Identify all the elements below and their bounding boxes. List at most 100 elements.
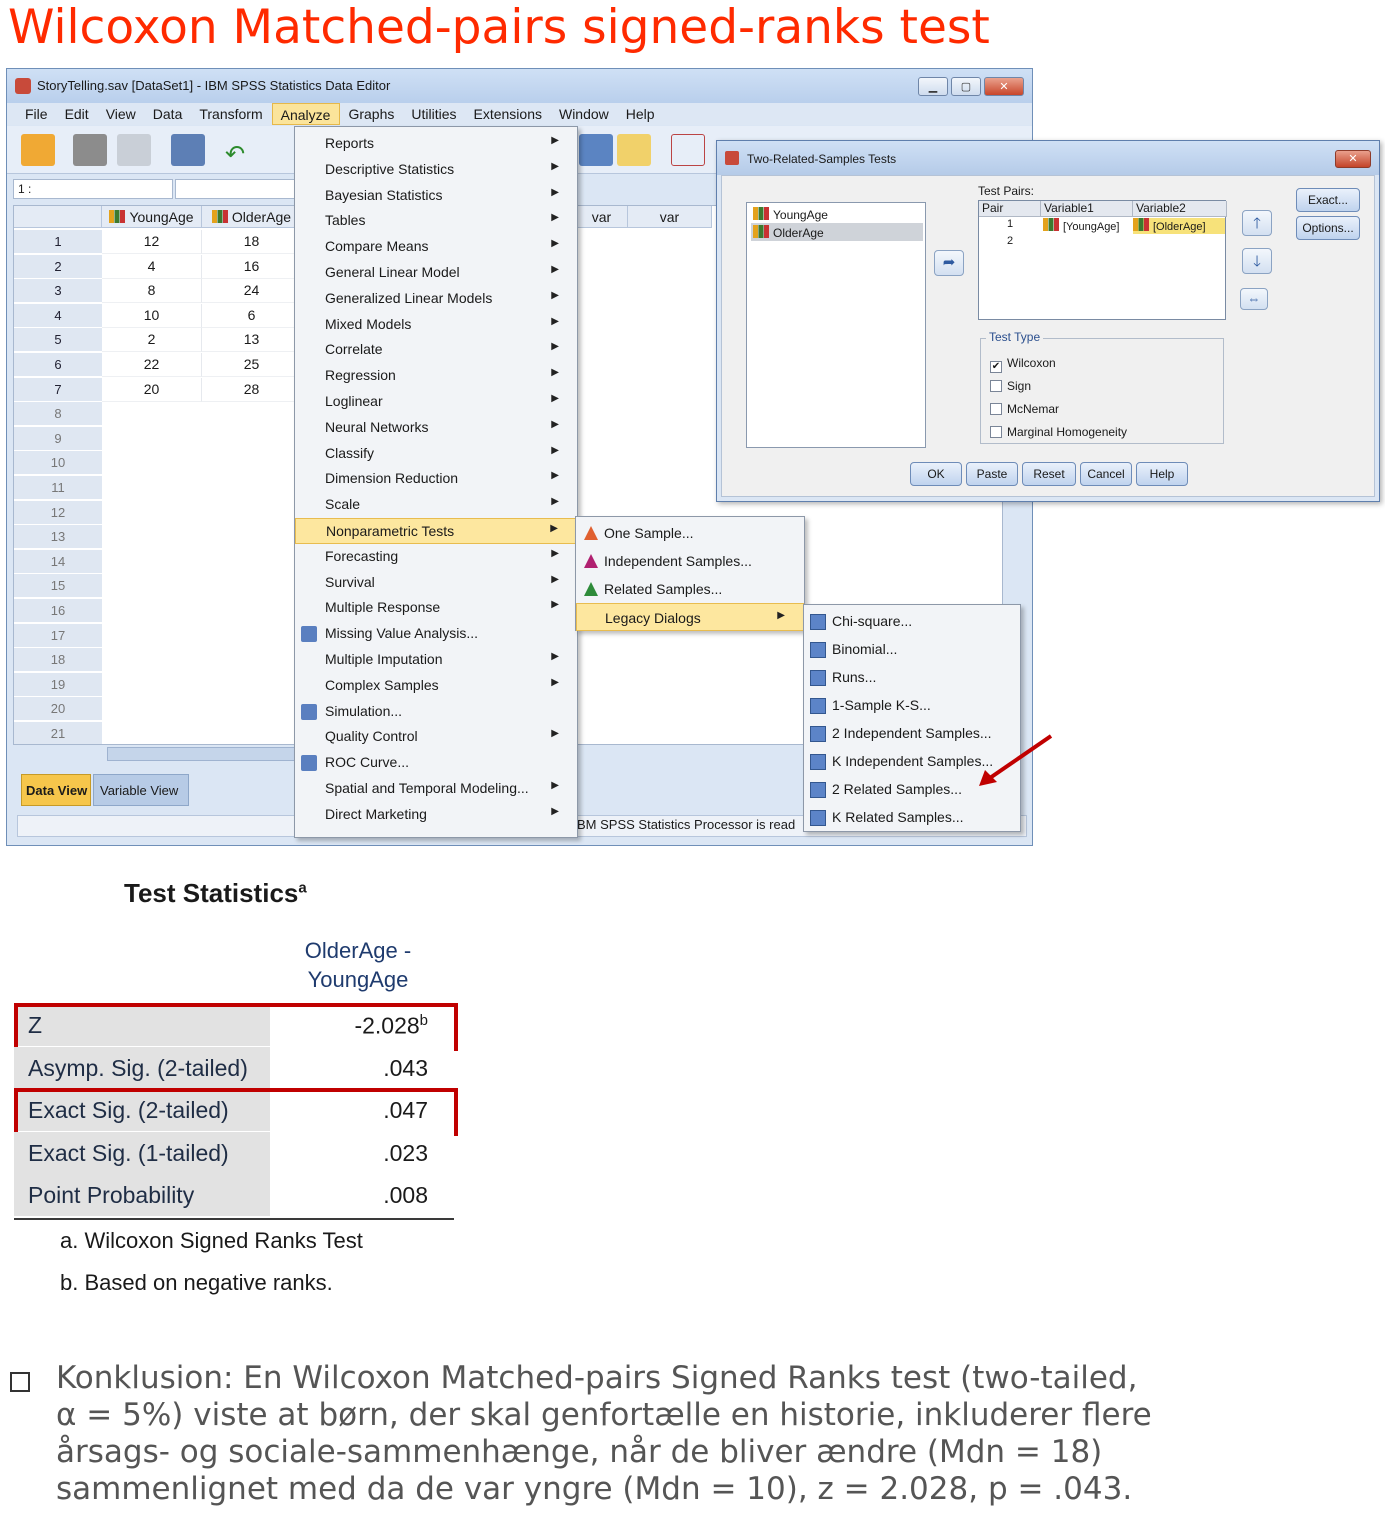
test-pairs-table[interactable]: Pair Variable1 Variable2 1 [YoungAge] [O… (978, 200, 1227, 320)
row-number[interactable]: 9 (14, 426, 102, 451)
move-down-arrow-button[interactable]: 🡓 (1242, 248, 1272, 274)
row-number[interactable]: 18 (14, 648, 102, 673)
menu-analyze[interactable]: Analyze (271, 103, 341, 125)
legacy-item-runs[interactable]: Runs... (804, 663, 1020, 691)
dialog-close-button[interactable]: ✕ (1335, 150, 1371, 168)
analyze-item-general-linear-model[interactable]: General Linear Model ▶ (295, 260, 577, 286)
tab-data-view[interactable]: Data View (21, 774, 91, 806)
save-icon[interactable] (73, 134, 107, 166)
analyze-item-nonparametric-tests[interactable]: Nonparametric Tests ▶ (295, 518, 577, 544)
close-button[interactable]: ✕ (984, 77, 1024, 96)
analyze-item-descriptive-statistics[interactable]: Descriptive Statistics ▶ (295, 157, 577, 183)
analyze-item-multiple-imputation[interactable]: Multiple Imputation ▶ (295, 647, 577, 673)
nonparametric-item-independent-samples[interactable]: Independent Samples... (576, 547, 804, 575)
variable-list[interactable]: YoungAge OlderAge (746, 202, 926, 448)
row-number[interactable]: 12 (14, 500, 102, 525)
variable-item[interactable]: YoungAge (751, 205, 923, 223)
row-number[interactable]: 10 (14, 451, 102, 476)
print-icon[interactable] (117, 134, 151, 166)
menu-view[interactable]: View (98, 103, 145, 125)
analyze-item-direct-marketing[interactable]: Direct Marketing ▶ (295, 802, 577, 828)
menu-graphs[interactable]: Graphs (340, 103, 403, 125)
analyze-item-classify[interactable]: Classify ▶ (295, 441, 577, 467)
analyze-item-survival[interactable]: Survival ▶ (295, 570, 577, 596)
variable-item-selected[interactable]: OlderAge (751, 223, 923, 241)
cell-youngage[interactable]: 4 (102, 254, 202, 279)
analyze-item-mixed-models[interactable]: Mixed Models ▶ (295, 312, 577, 338)
cell-olderage[interactable]: 13 (202, 328, 302, 353)
nonparametric-item-related-samples[interactable]: Related Samples... (576, 575, 804, 603)
cell-olderage[interactable]: 25 (202, 353, 302, 377)
grid-icon[interactable] (579, 134, 613, 166)
checkbox-icon[interactable] (990, 403, 1002, 415)
checkbox-icon[interactable] (990, 426, 1002, 438)
cell-olderage[interactable]: 16 (202, 254, 302, 279)
analyze-item-dimension-reduction[interactable]: Dimension Reduction ▶ (295, 466, 577, 492)
analyze-item-loglinear[interactable]: Loglinear ▶ (295, 389, 577, 415)
row-number[interactable]: 21 (14, 722, 102, 744)
legacy-item-chi-square[interactable]: Chi-square... (804, 607, 1020, 635)
exact-button[interactable]: Exact... (1296, 188, 1360, 212)
tab-variable-view[interactable]: Variable View (93, 774, 189, 806)
nonparametric-item-one-sample[interactable]: One Sample... (576, 519, 804, 547)
row-number[interactable]: 19 (14, 672, 102, 697)
checkbox-wilcoxon[interactable]: ✔ Wilcoxon (990, 356, 1056, 373)
analyze-item-neural-networks[interactable]: Neural Networks ▶ (295, 415, 577, 441)
pair-variable2[interactable]: [OlderAge] (1133, 218, 1225, 234)
legacy-item-1-sample-k-s[interactable]: 1-Sample K-S... (804, 691, 1020, 719)
maximize-button[interactable]: ▢ (951, 77, 981, 96)
checkbox-icon[interactable]: ✔ (990, 361, 1002, 373)
analyze-item-regression[interactable]: Regression ▶ (295, 363, 577, 389)
row-number[interactable]: 1 (14, 230, 102, 254)
analyze-item-tables[interactable]: Tables ▶ (295, 208, 577, 234)
row-number[interactable]: 20 (14, 697, 102, 722)
cell-youngage[interactable]: 20 (102, 377, 202, 402)
help-button[interactable]: Help (1136, 462, 1188, 486)
row-number[interactable]: 7 (14, 377, 102, 402)
row-number[interactable]: 15 (14, 574, 102, 599)
menu-window[interactable]: Window (551, 103, 618, 125)
move-variable-arrow-button[interactable]: ➦ (934, 250, 964, 276)
row-number[interactable]: 17 (14, 623, 102, 648)
options-button[interactable]: Options... (1296, 216, 1360, 240)
analyze-item-complex-samples[interactable]: Complex Samples ▶ (295, 673, 577, 699)
column-header-var[interactable]: var (576, 206, 628, 228)
row-number[interactable]: 8 (14, 402, 102, 427)
checkbox-marginal-homogeneity[interactable]: Marginal Homogeneity (990, 425, 1127, 439)
row-number[interactable]: 5 (14, 328, 102, 353)
analyze-item-forecasting[interactable]: Forecasting ▶ (295, 544, 577, 570)
cell-youngage[interactable]: 2 (102, 328, 202, 353)
row-number[interactable]: 4 (14, 303, 102, 328)
menu-extensions[interactable]: Extensions (466, 103, 551, 125)
cell-youngage[interactable]: 12 (102, 230, 202, 254)
analyze-item-simulation[interactable]: Simulation... (295, 699, 577, 725)
menu-utilities[interactable]: Utilities (403, 103, 465, 125)
table-icon[interactable] (617, 134, 651, 166)
paste-button[interactable]: Paste (966, 462, 1018, 486)
cell-value-field[interactable] (175, 179, 295, 199)
nonparametric-item-legacy-dialogs[interactable]: Legacy Dialogs ▶ (576, 603, 804, 631)
analyze-item-multiple-response[interactable]: Multiple Response ▶ (295, 595, 577, 621)
analyze-item-spatial-and-temporal-modeling[interactable]: Spatial and Temporal Modeling... ▶ (295, 776, 577, 802)
cell-olderage[interactable]: 18 (202, 230, 302, 254)
legacy-item-binomial[interactable]: Binomial... (804, 635, 1020, 663)
row-number[interactable]: 16 (14, 599, 102, 623)
minimize-button[interactable]: ▁ (918, 77, 948, 96)
cell-olderage[interactable]: 24 (202, 279, 302, 304)
horizontal-scrollbar[interactable] (107, 747, 297, 761)
menu-data[interactable]: Data (145, 103, 192, 125)
move-up-arrow-button[interactable]: 🡑 (1242, 210, 1272, 236)
checkbox-sign[interactable]: Sign (990, 379, 1031, 393)
dialog-recall-icon[interactable] (171, 134, 205, 166)
column-header-olderage[interactable]: OlderAge (202, 206, 302, 228)
row-number[interactable]: 11 (14, 476, 102, 500)
undo-icon[interactable]: ↶ (225, 140, 255, 168)
analyze-item-bayesian-statistics[interactable]: Bayesian Statistics ▶ (295, 183, 577, 209)
grid-corner[interactable] (14, 206, 102, 228)
menu-file[interactable]: File (17, 103, 57, 125)
menu-edit[interactable]: Edit (57, 103, 98, 125)
cell-reference-field[interactable]: 1 : (13, 179, 173, 199)
menu-help[interactable]: Help (618, 103, 664, 125)
reset-button[interactable]: Reset (1022, 462, 1076, 486)
open-folder-icon[interactable] (21, 134, 55, 166)
